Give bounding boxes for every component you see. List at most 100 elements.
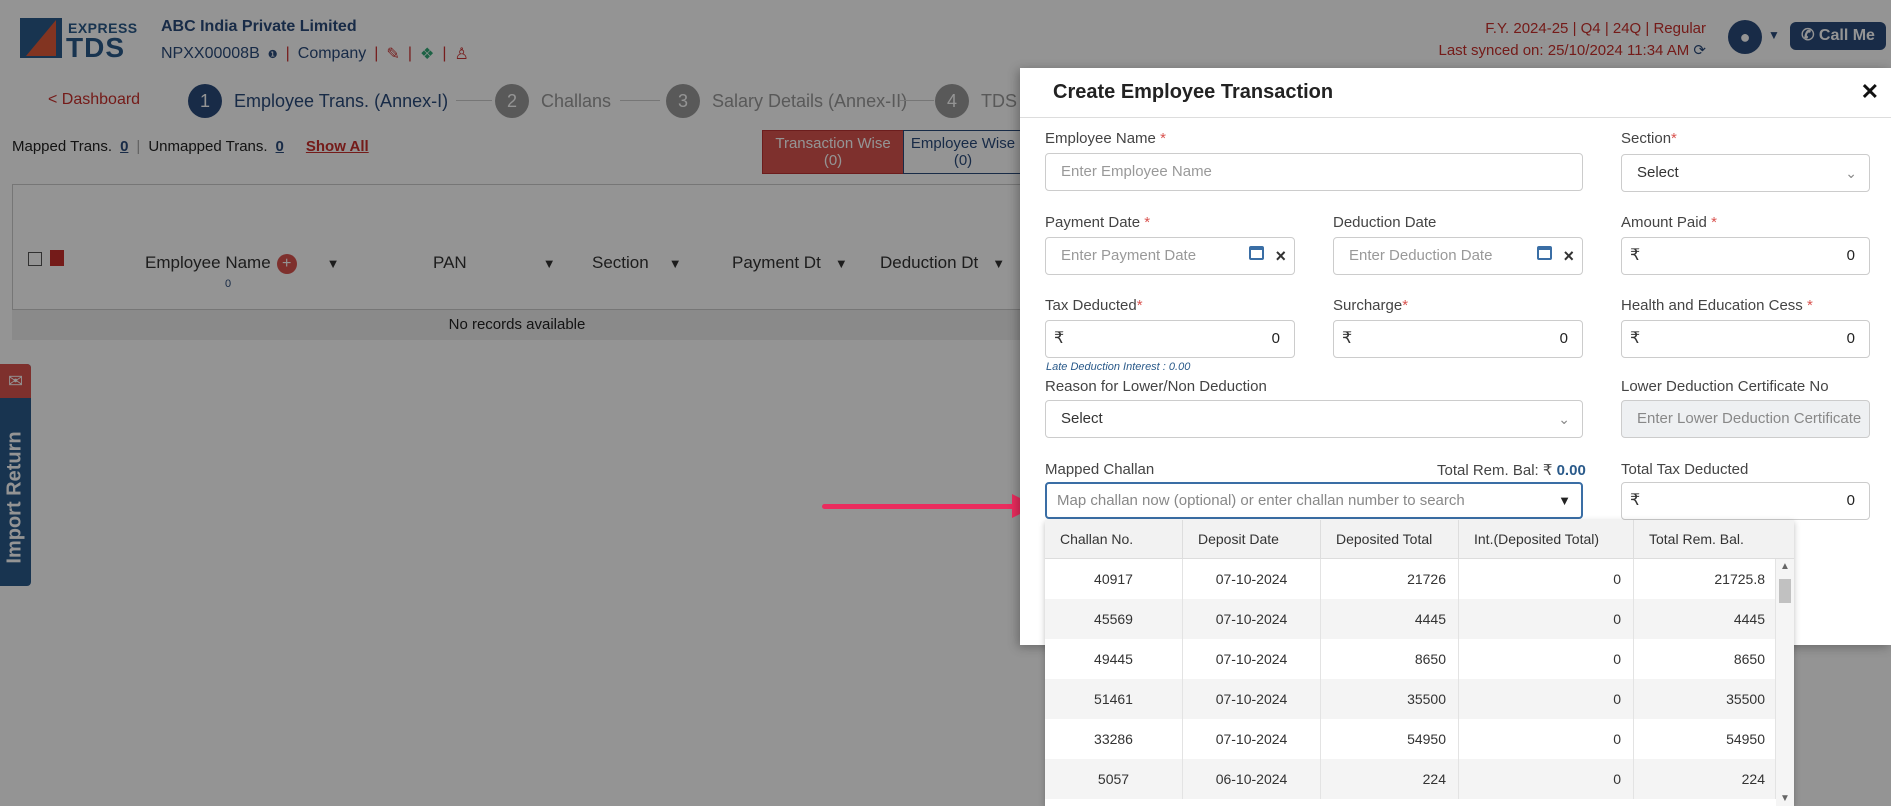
placeholder-text: Map challan now (optional) or enter chal… — [1057, 492, 1465, 509]
calendar-icon[interactable] — [1537, 246, 1552, 260]
challan-row[interactable]: 45569 07-10-2024 4445 0 4445 — [1045, 599, 1776, 639]
modal-header: Create Employee Transaction ✕ — [1020, 68, 1891, 118]
tax-deducted-input[interactable]: ₹0 — [1045, 320, 1295, 358]
calendar-icon[interactable] — [1249, 246, 1264, 260]
close-icon[interactable]: ✕ — [1861, 79, 1879, 105]
surcharge-label: Surcharge* — [1333, 297, 1408, 314]
deposit-date-cell: 07-10-2024 — [1183, 599, 1321, 639]
total-rem-bal: Total Rem. Bal: ₹ 0.00 — [1437, 461, 1586, 479]
section-value: Select — [1637, 164, 1679, 181]
scroll-thumb[interactable] — [1779, 579, 1791, 603]
deposit-date-cell: 07-10-2024 — [1183, 559, 1321, 599]
label-text: Section — [1621, 130, 1672, 147]
int-deposited-total-cell: 0 — [1459, 759, 1634, 799]
challan-no-cell: 33286 — [1045, 719, 1183, 759]
payment-date-label: Payment Date * — [1045, 214, 1150, 231]
late-deduction-interest: Late Deduction Interest : 0.00 — [1046, 361, 1191, 373]
total-tax-label: Total Tax Deducted — [1621, 461, 1749, 478]
cess-value: 0 — [1846, 330, 1855, 347]
deposit-date-cell: 06-10-2024 — [1183, 759, 1321, 799]
label-text: Amount Paid — [1621, 214, 1707, 231]
challan-scrollbar[interactable]: ▲ ▼ — [1776, 559, 1794, 806]
label-text: Health and Education Cess — [1621, 297, 1803, 314]
deposited-total-cell: 54950 — [1321, 719, 1459, 759]
deposit-date-cell: 07-10-2024 — [1183, 639, 1321, 679]
deposit-date-cell: 07-10-2024 — [1183, 719, 1321, 759]
dropdown-caret-icon[interactable]: ▼ — [1558, 484, 1571, 517]
challan-row[interactable]: 51461 07-10-2024 35500 0 35500 — [1045, 679, 1776, 719]
total-rem-bal-label: Total Rem. Bal: ₹ — [1437, 462, 1553, 479]
deduction-date-input[interactable]: Enter Deduction Date × — [1333, 237, 1583, 275]
int-deposited-total-cell: 0 — [1459, 639, 1634, 679]
col-deposit-date: Deposit Date — [1183, 520, 1321, 558]
tax-deducted-value: 0 — [1271, 330, 1280, 347]
challan-row[interactable]: 40917 07-10-2024 21726 0 21725.8 — [1045, 559, 1776, 599]
clear-icon[interactable]: × — [1563, 238, 1574, 274]
required-mark: * — [1144, 214, 1151, 231]
deposited-total-cell: 21726 — [1321, 559, 1459, 599]
placeholder-text: Enter Payment Date — [1061, 247, 1197, 264]
chevron-down-icon: ⌄ — [1558, 411, 1570, 427]
chevron-down-icon: ⌄ — [1845, 165, 1857, 181]
col-int-deposited-total: Int.(Deposited Total) — [1459, 520, 1634, 558]
challan-no-cell: 40917 — [1045, 559, 1183, 599]
int-deposited-total-cell: 0 — [1459, 679, 1634, 719]
label-text: Surcharge — [1333, 297, 1403, 314]
required-mark: * — [1136, 297, 1143, 314]
amount-paid-input[interactable]: ₹0 — [1621, 237, 1870, 275]
required-mark: * — [1160, 130, 1166, 147]
employee-name-input[interactable]: Enter Employee Name — [1045, 153, 1583, 191]
total-rem-bal-cell: 54950 — [1634, 719, 1776, 759]
challan-dropdown: Challan No. Deposit Date Deposited Total… — [1045, 520, 1794, 806]
rupee-symbol: ₹ — [1630, 492, 1641, 509]
required-mark: * — [1806, 297, 1813, 314]
rupee-symbol: ₹ — [1630, 247, 1641, 264]
ldc-input: Enter Lower Deduction Certificate — [1621, 400, 1870, 438]
total-rem-bal-cell: 8650 — [1634, 639, 1776, 679]
rupee-symbol: ₹ — [1054, 330, 1065, 347]
section-select[interactable]: Select ⌄ — [1621, 154, 1870, 192]
total-rem-bal-cell: 4445 — [1634, 599, 1776, 639]
total-rem-bal-cell: 224 — [1634, 759, 1776, 799]
surcharge-value: 0 — [1559, 330, 1568, 347]
rupee-symbol: ₹ — [1630, 330, 1641, 347]
label-text: Payment Date — [1045, 214, 1141, 231]
cess-input[interactable]: ₹0 — [1621, 320, 1870, 358]
scroll-up-icon[interactable]: ▲ — [1780, 561, 1790, 572]
scroll-down-icon[interactable]: ▼ — [1780, 793, 1790, 804]
int-deposited-total-cell: 0 — [1459, 559, 1634, 599]
required-mark: * — [1711, 214, 1717, 231]
rupee-symbol: ₹ — [1342, 330, 1353, 347]
challan-table-body: 40917 07-10-2024 21726 0 21725.8 45569 07-10-2… — [1045, 559, 1776, 799]
clear-icon[interactable]: × — [1275, 238, 1286, 274]
challan-no-cell: 45569 — [1045, 599, 1183, 639]
reason-select[interactable]: Select ⌄ — [1045, 400, 1583, 438]
amount-paid-label: Amount Paid * — [1621, 214, 1717, 231]
challan-no-cell: 49445 — [1045, 639, 1183, 679]
challan-row[interactable]: 5057 06-10-2024 224 0 224 — [1045, 759, 1776, 799]
amount-paid-value: 0 — [1846, 247, 1855, 264]
challan-no-cell: 51461 — [1045, 679, 1183, 719]
challan-table-header: Challan No. Deposit Date Deposited Total… — [1045, 520, 1794, 559]
deduction-date-label: Deduction Date — [1333, 214, 1437, 231]
surcharge-input[interactable]: ₹0 — [1333, 320, 1583, 358]
payment-date-input[interactable]: Enter Payment Date × — [1045, 237, 1295, 275]
deposited-total-cell: 8650 — [1321, 639, 1459, 679]
tax-deducted-label: Tax Deducted* — [1045, 297, 1143, 314]
deposit-date-cell: 07-10-2024 — [1183, 679, 1321, 719]
total-tax-input: ₹0 — [1621, 482, 1870, 520]
reason-value: Select — [1061, 410, 1103, 427]
cess-label: Health and Education Cess * — [1621, 297, 1813, 314]
total-rem-bal-cell: 35500 — [1634, 679, 1776, 719]
col-challan-no: Challan No. — [1045, 520, 1183, 558]
mapped-challan-label: Mapped Challan — [1045, 461, 1155, 478]
int-deposited-total-cell: 0 — [1459, 599, 1634, 639]
mapped-challan-search-input[interactable]: Map challan now (optional) or enter chal… — [1045, 482, 1583, 519]
int-deposited-total-cell: 0 — [1459, 719, 1634, 759]
challan-row[interactable]: 49445 07-10-2024 8650 0 8650 — [1045, 639, 1776, 679]
challan-row[interactable]: 33286 07-10-2024 54950 0 54950 — [1045, 719, 1776, 759]
challan-no-cell: 5057 — [1045, 759, 1183, 799]
col-deposited-total: Deposited Total — [1321, 520, 1459, 558]
label-text: Tax Deducted — [1045, 297, 1137, 314]
reason-label: Reason for Lower/Non Deduction — [1045, 378, 1267, 395]
